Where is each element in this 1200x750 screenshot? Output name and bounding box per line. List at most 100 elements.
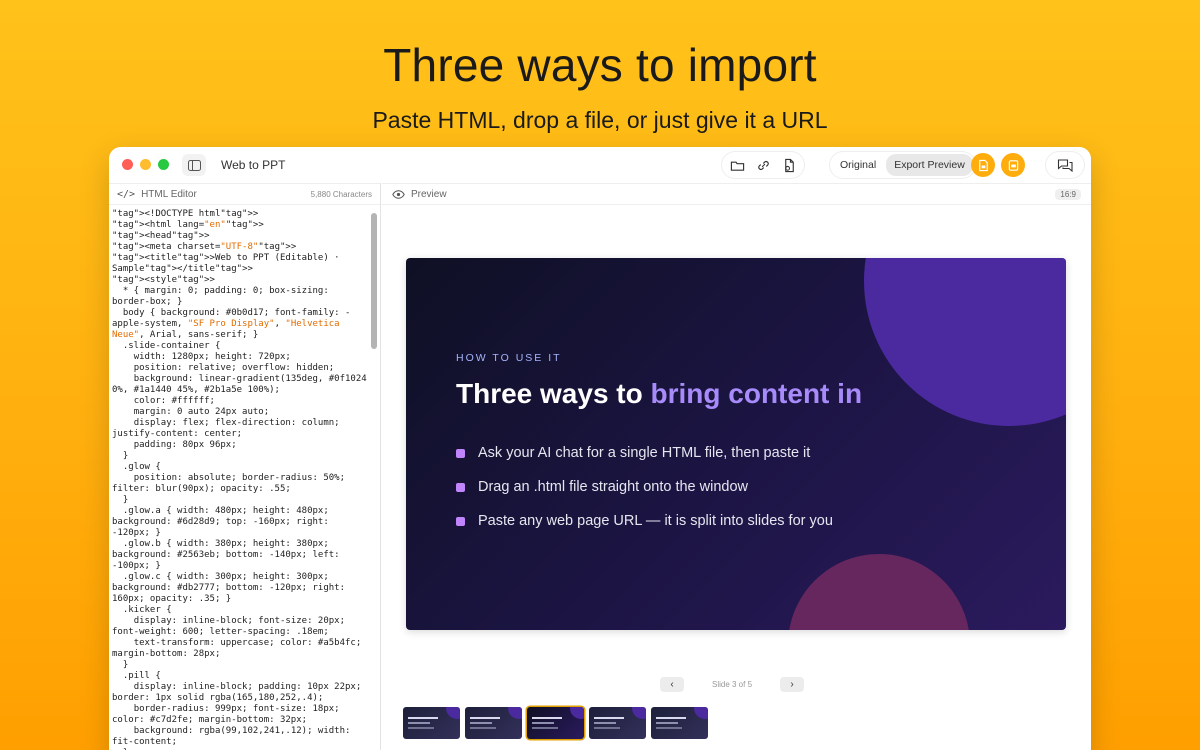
editor-scrollbar[interactable] [371, 209, 378, 750]
code-line: "tag"><style"tag">> [112, 275, 215, 285]
bullet-item: Ask your AI chat for a single HTML file,… [456, 436, 833, 470]
slide-thumbnail-4[interactable] [589, 707, 646, 739]
eye-icon [392, 189, 405, 199]
character-count: 5,880 Characters [310, 189, 372, 199]
html-editor-pane: </> HTML Editor 5,880 Characters "tag"><… [109, 183, 381, 750]
slide-thumbnail-3[interactable] [527, 707, 584, 739]
slide-title-plain: Three ways to [456, 378, 651, 409]
slide-counter: Slide 3 of 5 [711, 680, 753, 689]
slide-thumbnail-5[interactable] [651, 707, 708, 739]
code-line: } [112, 495, 129, 505]
editor-scroll-thumb[interactable] [371, 213, 377, 349]
import-tools [721, 151, 805, 179]
ai-chat-button[interactable] [1045, 151, 1085, 179]
save-button[interactable] [1001, 153, 1025, 177]
code-line: } [112, 660, 129, 670]
app-window: Web to PPT Original Export Preview </> H… [109, 147, 1091, 750]
bullet-item: Drag an .html file straight onto the win… [456, 470, 833, 504]
export-pptx-button[interactable] [971, 153, 995, 177]
editor-header: </> HTML Editor 5,880 Characters [109, 183, 380, 205]
slide-thumbnail-1[interactable] [403, 707, 460, 739]
slide-title-accent: bring content in [650, 378, 863, 409]
code-icon: </> [117, 188, 136, 200]
code-line: } [112, 451, 129, 461]
code-line: body { background: #0b0d17; font-family:… [112, 308, 351, 340]
bullet-text: Drag an .html file straight onto the win… [478, 479, 748, 495]
previous-slide-button[interactable]: ‹ [660, 677, 684, 692]
slide-bullets: Ask your AI chat for a single HTML file,… [456, 436, 833, 538]
traffic-lights [122, 159, 169, 170]
glow-decoration [864, 258, 1066, 426]
document-icon [784, 158, 794, 172]
minimize-window-button[interactable] [140, 159, 151, 170]
code-line: "tag"><meta charset="UTF-8""tag">> [112, 242, 297, 252]
preview-header: Preview 16:9 [382, 183, 1091, 205]
close-window-button[interactable] [122, 159, 133, 170]
code-line: padding: 80px 96px; [112, 440, 237, 450]
zoom-window-button[interactable] [158, 159, 169, 170]
preview-title: Preview [411, 188, 447, 200]
bullet-marker [456, 482, 465, 492]
code-line: .glow.c { width: 300px; height: 300px; b… [112, 572, 351, 604]
preview-pane: Preview 16:9 HOW TO USE IT Three ways to… [382, 183, 1091, 750]
code-line: border-radius: 999px; font-size: 18px; c… [112, 704, 346, 725]
code-editor[interactable]: "tag"><!DOCTYPE html"tag">> "tag"><html l… [112, 206, 370, 750]
code-line: .kicker { [112, 605, 172, 615]
link-icon [757, 160, 769, 170]
next-slide-button[interactable]: › [780, 677, 804, 692]
code-line: * { margin: 0; padding: 0; box-sizing: b… [112, 286, 335, 307]
code-line: display: inline-block; padding: 10px 22p… [112, 682, 367, 703]
code-line: position: absolute; border-radius: 50%; … [112, 473, 351, 494]
code-line: .glow.b { width: 380px; height: 380px; b… [112, 539, 345, 571]
code-line: color: #ffffff; [112, 396, 215, 406]
save-icon [1008, 159, 1018, 171]
bullet-item: Paste any web page URL — it is split int… [456, 504, 833, 538]
bullet-marker [456, 448, 465, 458]
code-line: .pill { [112, 671, 161, 681]
sidebar-toggle-button[interactable] [182, 154, 206, 176]
code-line: .glow { [112, 462, 161, 472]
slide-thumbnails [403, 707, 708, 739]
bullet-marker [456, 516, 465, 526]
chevron-left-icon: ‹ [670, 679, 674, 690]
code-line: display: flex; flex-direction: column; j… [112, 418, 346, 439]
code-line: display: inline-block; font-size: 20px; … [112, 616, 351, 637]
chevron-right-icon: › [790, 679, 794, 690]
import-url-button[interactable] [751, 153, 775, 177]
marketing-subhead: Paste HTML, drop a file, or just give it… [372, 107, 828, 133]
open-file-button[interactable] [725, 153, 749, 177]
titlebar: Web to PPT Original Export Preview [109, 147, 1091, 183]
code-line: background: rgba(99,102,241,.12); width:… [112, 726, 356, 747]
code-line: "tag"><head"tag">> [112, 231, 210, 241]
code-line: margin: 0 auto 24px auto; [112, 407, 270, 417]
sidebar-icon [187, 159, 201, 171]
slide-pager: ‹ Slide 3 of 5 › [660, 677, 804, 692]
slide-title: Three ways to bring content in [456, 378, 862, 410]
glow-decoration [788, 554, 970, 630]
code-line: position: relative; overflow: hidden; [112, 363, 335, 373]
view-mode-segmented: Original Export Preview [829, 151, 976, 179]
slide-thumbnail-2[interactable] [465, 707, 522, 739]
view-original-button[interactable]: Original [832, 154, 884, 176]
slide-preview: HOW TO USE IT Three ways to bring conten… [406, 258, 1066, 630]
code-line: background: linear-gradient(135deg, #0f1… [112, 374, 367, 395]
slide-kicker: HOW TO USE IT [456, 352, 562, 364]
app-title: Web to PPT [221, 158, 286, 172]
code-line: .glow.a { width: 480px; height: 480px; b… [112, 506, 335, 538]
editor-title: HTML Editor [141, 188, 197, 200]
code-line: width: 1280px; height: 720px; [112, 352, 291, 362]
chat-icon [1057, 159, 1073, 172]
code-line: "tag"><title"tag">>Web to PPT (Editable)… [112, 253, 346, 274]
bullet-text: Paste any web page URL — it is split int… [478, 513, 833, 529]
import-document-button[interactable] [777, 153, 801, 177]
marketing-headline: Three ways to import [383, 39, 817, 91]
code-line: text-transform: uppercase; color: #a5b4f… [112, 638, 367, 659]
code-line: "tag"><html lang="en""tag">> [112, 220, 264, 230]
aspect-ratio-badge[interactable]: 16:9 [1055, 188, 1081, 200]
folder-icon [730, 161, 744, 171]
slides-icon [978, 159, 988, 171]
bullet-text: Ask your AI chat for a single HTML file,… [478, 445, 811, 461]
code-line: .slide-container { [112, 341, 221, 351]
code-line: "tag"><!DOCTYPE html"tag">> [112, 209, 259, 219]
view-export-preview-button[interactable]: Export Preview [886, 154, 973, 176]
